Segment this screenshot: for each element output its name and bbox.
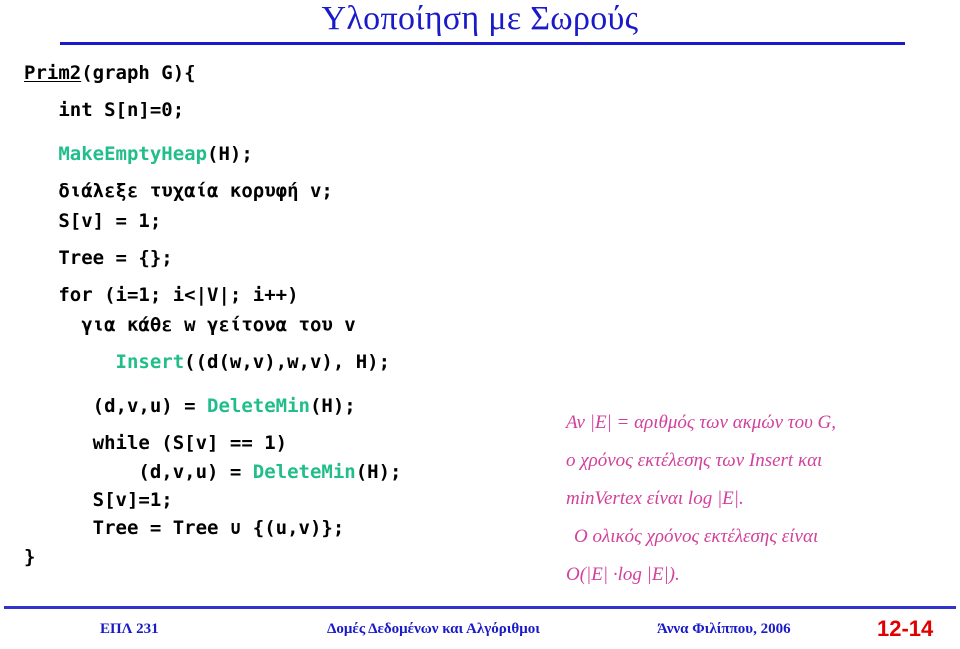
code-text: διάλεξε τυχαία κορυφή v; [24,180,333,202]
code-line: for (i=1; i<|V|; i++) [24,280,564,310]
code-text: (H); [309,395,356,417]
code-line: Insert((d(w,v),w,v), H); [24,340,564,384]
code-line: while (S[v] == 1) [24,428,564,458]
code-text: ((d(w,v),w,v), H); [184,351,391,373]
code-text: while (S[v] == 1) [24,432,288,454]
code-line: (d,v,u) = DeleteMin(H); [24,458,564,486]
code-text: (H); [207,143,253,165]
code-line: MakeEmptyHeap(H); [24,132,564,176]
code-line: (d,v,u) = DeleteMin(H); [24,384,564,428]
code-line: διάλεξε τυχαία κορυφή v; [24,176,564,206]
code-line: S[v] = 1; [24,206,564,236]
code-text: για κάθε w γείτονα του v [24,314,356,336]
slide-footer: ΕΠΛ 231 Δομές Δεδομένων και Αλγόριθμοι Ά… [0,616,960,649]
code-text: (d,v,u) = [24,461,253,483]
page-title: Υλοποίηση με Σωρούς [321,0,639,37]
footer-author: Άννα Φιλίππου, 2006 [657,621,791,637]
code-function-name: MakeEmptyHeap [58,143,208,165]
footer-page-number: 12-14 [877,616,934,641]
note-line: minVertex είναι log |E|. [566,488,744,509]
code-text: int S[n]=0; [24,99,185,121]
code-text: } [24,546,36,568]
code-text: (graph G){ [81,62,196,84]
code-line: S[v]=1; [24,486,564,514]
code-text: S[v]=1; [24,489,173,511]
code-function-name: DeleteMin [207,395,310,417]
code-text: Tree = {}; [24,247,173,269]
code-text: for (i=1; i<|V|; i++) [24,284,299,306]
code-line: Prim2(graph G){ [24,58,564,88]
code-text: (d,v,u) = [24,395,208,417]
code-function-name: DeleteMin [252,461,356,483]
code-text: Tree = Tree ∪ {(u,v)}; [24,517,345,539]
note-line: Αν |E| = αριθμός των ακμών του G, [566,412,837,433]
code-line: } [24,542,564,572]
code-function-name: Insert [115,351,185,373]
code-text: (H); [355,461,402,483]
pseudocode-block: Prim2(graph G){ int S[n]=0; MakeEmptyHea… [24,58,564,572]
code-procedure-name: Prim2 [24,62,82,84]
note-line: O(|E| ·log |E|). [566,564,680,585]
footer-divider [4,606,956,609]
footer-subject: Δομές Δεδομένων και Αλγόριθμοι [327,621,540,637]
code-line: Tree = {}; [24,236,564,280]
title-divider [60,42,905,45]
code-line: για κάθε w γείτονα του v [24,310,564,340]
note-line: Ο ολικός χρόνος εκτέλεσης είναι [574,526,819,547]
complexity-note: Αν |E| = αριθμός των ακμών του G, ο χρόνο… [566,404,956,594]
footer-course-code: ΕΠΛ 231 [100,621,159,637]
code-line: int S[n]=0; [24,88,564,132]
note-line: ο χρόνος εκτέλεσης των Insert και [566,450,823,471]
code-line: Tree = Tree ∪ {(u,v)}; [24,514,564,542]
code-text: S[v] = 1; [24,210,162,232]
